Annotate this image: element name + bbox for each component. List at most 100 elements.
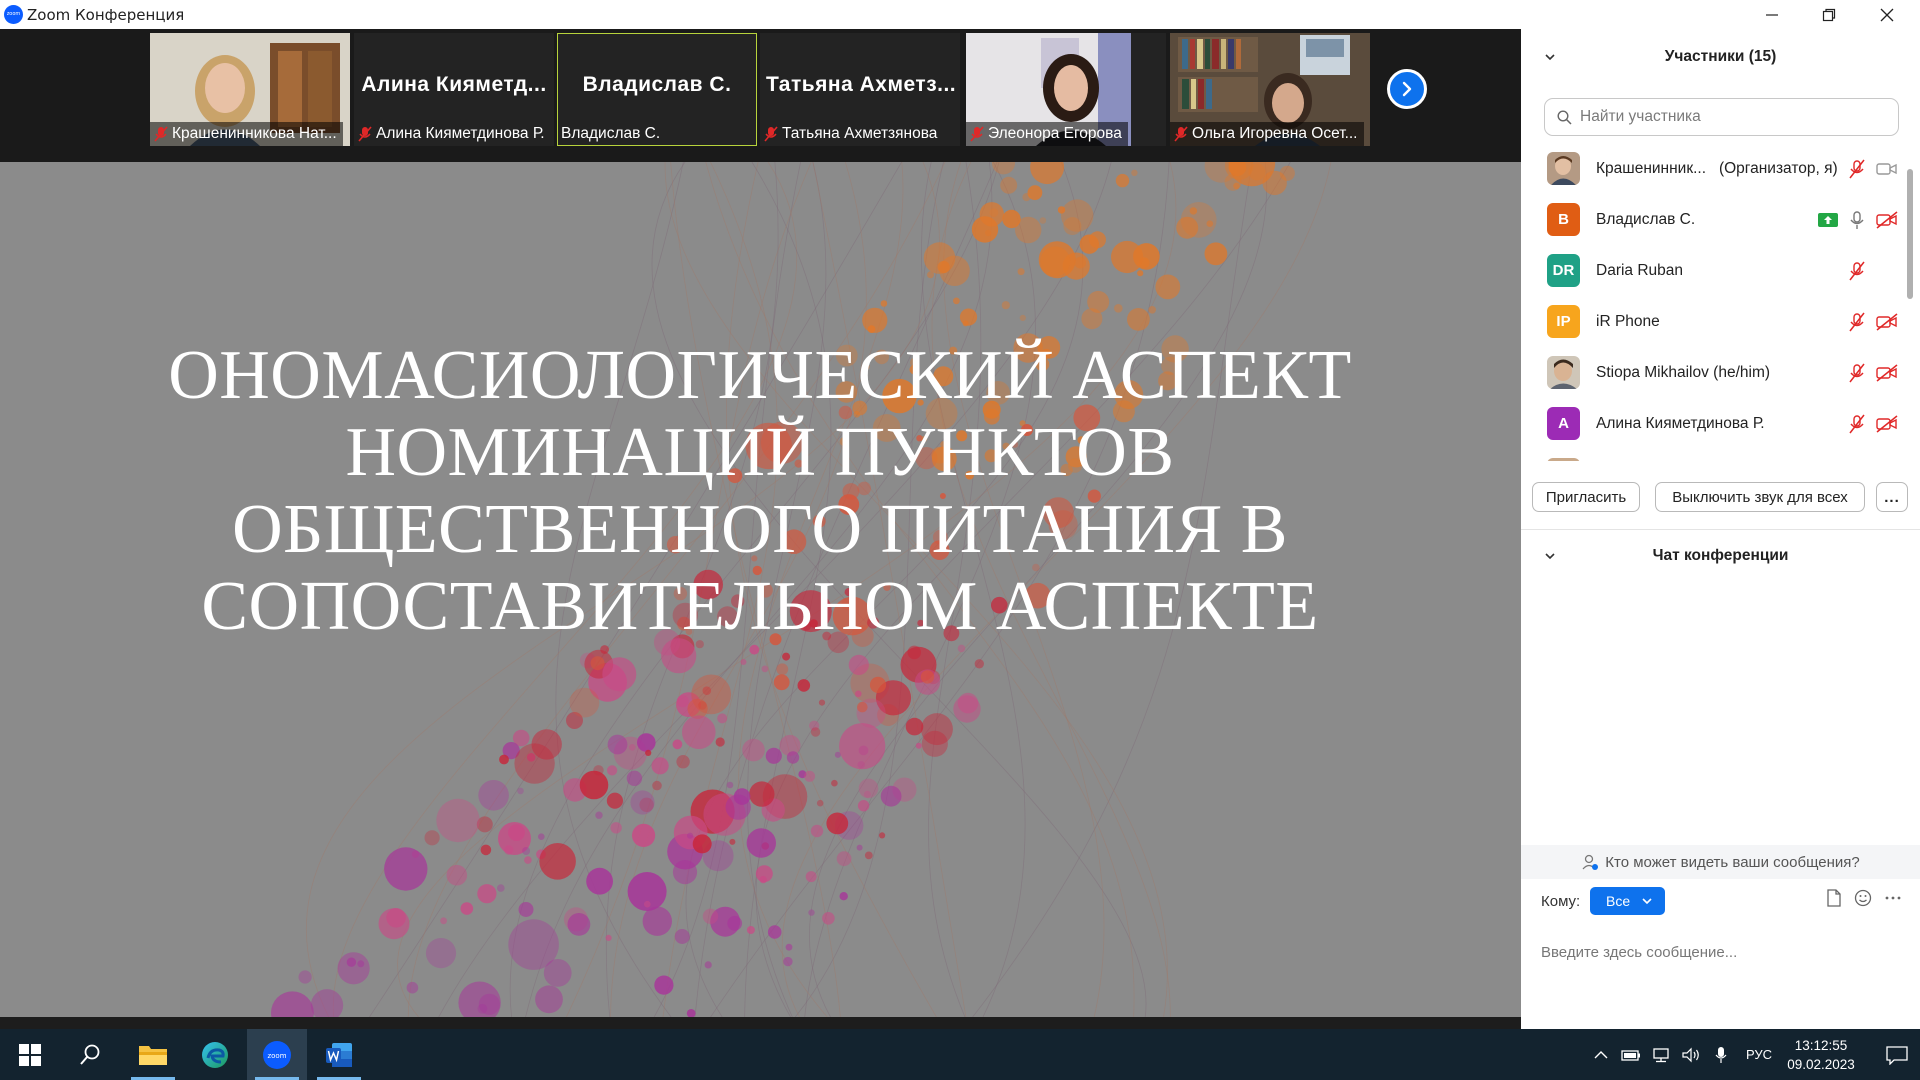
chat-title: Чат конференции [1652, 547, 1789, 564]
mic-muted-icon [1849, 363, 1865, 382]
clock-date: 09.02.2023 [1787, 1056, 1855, 1072]
mic-muted-icon [154, 126, 168, 142]
window-title: Zoom Конференция [27, 6, 185, 24]
close-icon [1880, 8, 1894, 21]
divider [1521, 529, 1920, 530]
avatar [1547, 152, 1580, 185]
avatar: В [1547, 203, 1580, 236]
chat-header[interactable]: Чат конференции [1521, 541, 1920, 571]
avatar [1547, 458, 1580, 461]
zoom-icon: zoom [263, 1040, 291, 1069]
emoji-icon[interactable] [1854, 889, 1872, 907]
microphone-indicator[interactable] [1706, 1046, 1736, 1064]
participant-status-icons [1848, 312, 1898, 332]
video-icon [1876, 162, 1897, 175]
video-tile[interactable]: Алина Кияметд... Алина Кияметдинова Р. [354, 33, 554, 146]
taskbar-clock[interactable]: 13:12:55 09.02.2023 [1782, 1036, 1860, 1074]
invite-button[interactable]: Пригласить [1532, 482, 1640, 512]
participant-name: iR Phone [1596, 312, 1660, 330]
video-tile[interactable]: Татьяна Ахметз... Татьяна Ахметзянова [760, 33, 960, 146]
tile-name: Крашенинникова Нат... [172, 125, 337, 142]
participant-row[interactable]: Крашенинник... (Организатор, я) [1521, 143, 1906, 194]
avatar: DR [1547, 254, 1580, 287]
chevron-down-icon [1642, 898, 1652, 905]
chat-message-input[interactable] [1541, 927, 1901, 977]
participant-name: Алина Кияметдинова Р. [1596, 414, 1765, 432]
show-hidden-icons[interactable] [1586, 1050, 1616, 1060]
video-off-icon [1876, 210, 1898, 229]
shared-screen-slide: ОНОМАСИОЛОГИЧЕСКИЙ АСПЕКТ НОМИНАЦИЙ ПУНК… [0, 162, 1521, 1017]
video-tile[interactable]: Крашенинникова Нат... [150, 33, 350, 146]
mute-all-button[interactable]: Выключить звук для всех [1655, 482, 1865, 512]
participants-header[interactable]: Участники (15) [1521, 42, 1920, 72]
participant-list: Крашенинник... (Организатор, я) В Владис… [1521, 143, 1920, 461]
participant-row[interactable] [1521, 449, 1906, 461]
microphone-icon [1715, 1046, 1727, 1063]
mic-icon [1850, 210, 1864, 229]
participant-search[interactable]: Найти участника [1544, 98, 1899, 136]
svg-text:zoom: zoom [267, 1052, 286, 1060]
taskbar-search-button[interactable] [60, 1029, 120, 1080]
chevron-down-icon [1545, 54, 1555, 61]
battery-icon [1621, 1049, 1640, 1061]
participant-row[interactable]: DR Daria Ruban [1521, 245, 1906, 296]
start-button[interactable] [0, 1029, 60, 1080]
tile-label: Владислав С. [557, 122, 666, 146]
tile-display-name: Татьяна Ахметз... [766, 73, 957, 96]
tile-label: Элеонора Егорова [966, 122, 1128, 146]
avatar: А [1547, 407, 1580, 440]
chat-recipient-label: Кому: [1541, 893, 1581, 910]
tile-label: Алина Кияметдинова Р. [354, 122, 551, 146]
restore-button[interactable] [1800, 0, 1858, 29]
slide-title-line: ОНОМАСИОЛОГИЧЕСКИЙ АСПЕКТ [168, 337, 1352, 414]
battery-indicator[interactable] [1616, 1048, 1646, 1062]
taskbar-app-explorer[interactable] [123, 1029, 183, 1080]
notifications-button[interactable] [1874, 1045, 1920, 1065]
chat-recipient-select[interactable]: Все [1590, 887, 1665, 915]
mic-muted-icon [1174, 126, 1188, 142]
scrollbar-thumb[interactable] [1907, 169, 1913, 299]
close-window-button[interactable] [1858, 0, 1916, 29]
mic-muted-icon [1849, 261, 1865, 280]
search-input[interactable]: Найти участника [1580, 108, 1701, 126]
windows-start-icon [19, 1043, 41, 1066]
participant-row[interactable]: А Алина Кияметдинова Р. [1521, 398, 1906, 449]
input-language-indicator[interactable]: РУС [1736, 1047, 1782, 1062]
volume-icon [1682, 1047, 1699, 1062]
next-page-button[interactable] [1387, 69, 1427, 109]
participant-name: Крашенинник... (Организатор, я) [1596, 159, 1838, 177]
system-tray: РУС 13:12:55 09.02.2023 [1586, 1029, 1920, 1080]
slide-title: ОНОМАСИОЛОГИЧЕСКИЙ АСПЕКТ НОМИНАЦИЙ ПУНК… [100, 337, 1420, 645]
taskbar-app-word[interactable] [309, 1029, 369, 1080]
chat-privacy-info[interactable]: Кто может видеть ваши сообщения? [1521, 845, 1920, 879]
participant-name: Владислав С. [1596, 210, 1696, 228]
volume-control[interactable] [1676, 1047, 1706, 1063]
participant-list-scrollbar[interactable] [1906, 143, 1914, 461]
video-tile-active-speaker[interactable]: Владислав С. Владислав С. [557, 33, 757, 146]
notification-icon [1886, 1045, 1908, 1065]
video-tile[interactable]: Ольга Игоревна Осет... [1170, 33, 1370, 146]
mic-muted-icon [358, 126, 372, 142]
mic-muted-icon [970, 126, 984, 142]
more-icon[interactable] [1884, 889, 1902, 907]
participant-row[interactable]: IP iR Phone [1521, 296, 1906, 347]
search-icon [1557, 109, 1572, 125]
more-options-button[interactable]: ... [1876, 482, 1908, 512]
video-tile[interactable]: Элеонора Егорова [966, 33, 1166, 146]
network-indicator[interactable] [1646, 1047, 1676, 1063]
file-explorer-icon [139, 1045, 167, 1065]
video-off-icon [1876, 414, 1898, 433]
zoom-logo-icon: zoom [4, 5, 23, 24]
tile-display-name: Владислав С. [582, 73, 732, 96]
slide-title-line: ОБЩЕСТВЕННОГО ПИТАНИЯ В [232, 491, 1288, 568]
tile-label: Крашенинникова Нат... [150, 122, 343, 146]
participant-row[interactable]: Stiopa Mikhailov (he/him) [1521, 347, 1906, 398]
participant-status-icons [1848, 159, 1898, 179]
mic-muted-icon [764, 126, 778, 142]
taskbar-app-edge[interactable] [185, 1029, 245, 1080]
minimize-button[interactable] [1743, 0, 1801, 29]
user-info-icon [1582, 854, 1599, 870]
taskbar-app-zoom[interactable]: zoom [247, 1029, 307, 1080]
file-icon[interactable] [1826, 889, 1842, 907]
participant-row[interactable]: В Владислав С. [1521, 194, 1906, 245]
